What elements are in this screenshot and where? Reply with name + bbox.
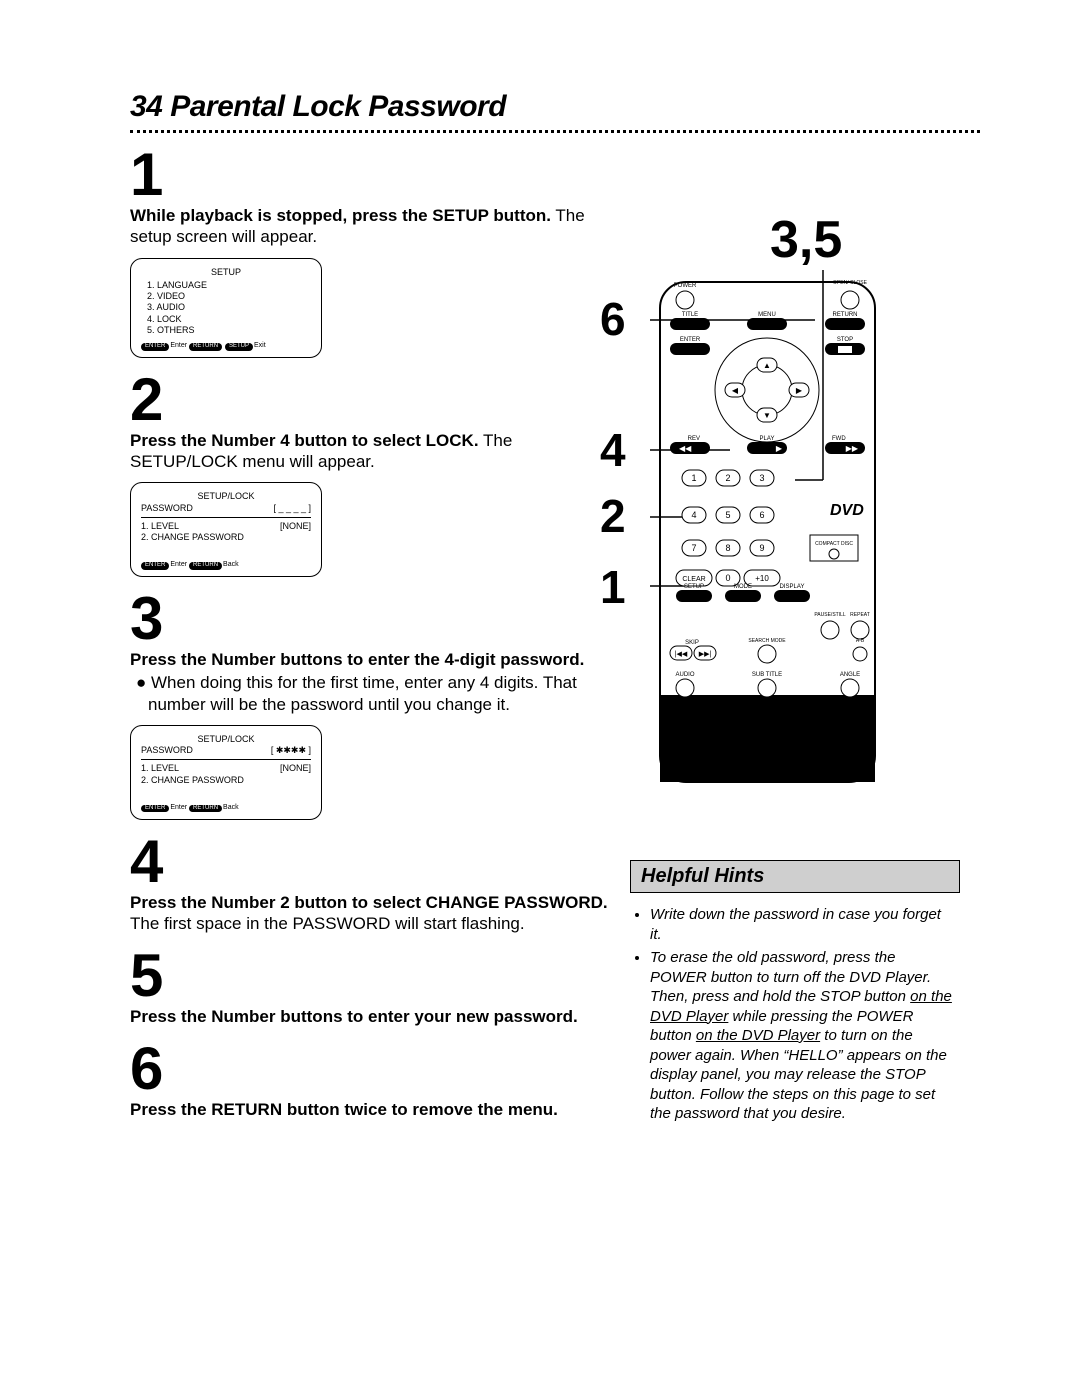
page-number: 34	[130, 90, 162, 123]
hints-title: Helpful Hints	[630, 860, 960, 893]
hint-1: Write down the password in case you forg…	[650, 905, 954, 944]
callout-2: 2	[600, 489, 626, 543]
svg-text:ENTER: ENTER	[680, 337, 701, 343]
svg-text:MODE: MODE	[734, 584, 752, 590]
callout-4: 4	[600, 423, 626, 477]
svg-text:RETURN: RETURN	[833, 312, 858, 318]
svg-text:CLEAR: CLEAR	[682, 576, 705, 583]
step-number-1: 1	[130, 145, 630, 205]
callout-6: 6	[600, 292, 626, 346]
svg-text:▶▶|: ▶▶|	[699, 651, 712, 658]
svg-text:FWD: FWD	[832, 436, 846, 442]
svg-text:◀◀: ◀◀	[679, 444, 692, 453]
svg-text:3: 3	[759, 473, 764, 483]
svg-text:TITLE: TITLE	[682, 312, 698, 318]
svg-text:4: 4	[691, 510, 696, 520]
screen-lock-filled: SETUP/LOCK PASSWORD[ ✱✱✱✱ ] 1. LEVEL[NON…	[130, 725, 322, 820]
svg-text:+10: +10	[755, 574, 769, 583]
svg-text:ANGLE: ANGLE	[840, 672, 860, 678]
step-body-2: Press the Number 4 button to select LOCK…	[130, 430, 610, 473]
svg-text:DVD: DVD	[830, 502, 864, 519]
helpful-hints: Helpful Hints Write down the password in…	[630, 860, 960, 1128]
svg-text:SKIP: SKIP	[685, 640, 699, 646]
step-number-2: 2	[130, 370, 630, 430]
svg-text:▶: ▶	[776, 444, 783, 453]
step-body-5: Press the Number buttons to enter your n…	[130, 1006, 610, 1027]
svg-text:2: 2	[725, 473, 730, 483]
svg-text:1: 1	[691, 473, 696, 483]
remote-icon: POWER OPEN/ CLOSE TITLE MENU RETURN ENTE…	[650, 270, 930, 810]
svg-text:7: 7	[691, 543, 696, 553]
svg-text:DISPLAY: DISPLAY	[780, 584, 805, 590]
svg-text:SEARCH MODE: SEARCH MODE	[748, 638, 786, 644]
svg-text:5: 5	[725, 510, 730, 520]
svg-text:COMPACT DISC: COMPACT DISC	[815, 541, 853, 547]
screen-setup: SETUP 1. LANGUAGE 2. VIDEO 3. AUDIO 4. L…	[130, 258, 322, 358]
svg-text:6: 6	[759, 510, 764, 520]
svg-text:AUDIO: AUDIO	[675, 672, 694, 678]
svg-text:PAUSE/STILL: PAUSE/STILL	[814, 612, 846, 618]
step-number-6: 6	[130, 1039, 630, 1099]
title-text: Parental Lock Password	[170, 90, 506, 123]
hint-2: To erase the old password, press the POW…	[650, 948, 954, 1124]
callout-1: 1	[600, 560, 626, 614]
svg-text:8: 8	[725, 543, 730, 553]
step-number-5: 5	[130, 946, 630, 1006]
hints-body: Write down the password in case you forg…	[630, 893, 960, 1124]
svg-text:SETUP: SETUP	[684, 584, 704, 590]
svg-text:▼: ▼	[763, 411, 771, 420]
divider-dots	[130, 130, 980, 133]
step-body-6: Press the RETURN button twice to remove …	[130, 1099, 610, 1120]
screen-lock-empty: SETUP/LOCK PASSWORD[ _ _ _ _ ] 1. LEVEL[…	[130, 482, 322, 577]
step-number-3: 3	[130, 589, 630, 649]
svg-text:A-B: A-B	[856, 638, 865, 644]
step-body-4: Press the Number 2 button to select CHAN…	[130, 892, 610, 935]
svg-text:STOP: STOP	[837, 337, 853, 343]
step-number-4: 4	[130, 832, 630, 892]
svg-text:MENU: MENU	[758, 312, 776, 318]
callout-3-5: 3,5	[770, 210, 842, 270]
svg-text:REPEAT: REPEAT	[850, 612, 870, 618]
svg-text:REV: REV	[688, 436, 700, 442]
step-body-1: While playback is stopped, press the SET…	[130, 205, 610, 248]
svg-text:PLAY: PLAY	[760, 436, 775, 442]
page-title: 34 Parental Lock Password	[130, 90, 980, 124]
svg-text:0: 0	[725, 573, 730, 583]
svg-text:▶: ▶	[796, 386, 803, 395]
svg-text:▶▶: ▶▶	[846, 444, 859, 453]
svg-text:POWER: POWER	[674, 283, 697, 289]
svg-text:OPEN/ CLOSE: OPEN/ CLOSE	[833, 280, 868, 286]
step-body-3: Press the Number buttons to enter the 4-…	[130, 649, 610, 715]
svg-text:◀: ◀	[732, 386, 739, 395]
svg-text:▲: ▲	[763, 361, 771, 370]
svg-text:SUB TITLE: SUB TITLE	[752, 672, 782, 678]
svg-text:9: 9	[759, 543, 764, 553]
svg-text:|◀◀: |◀◀	[675, 651, 688, 658]
